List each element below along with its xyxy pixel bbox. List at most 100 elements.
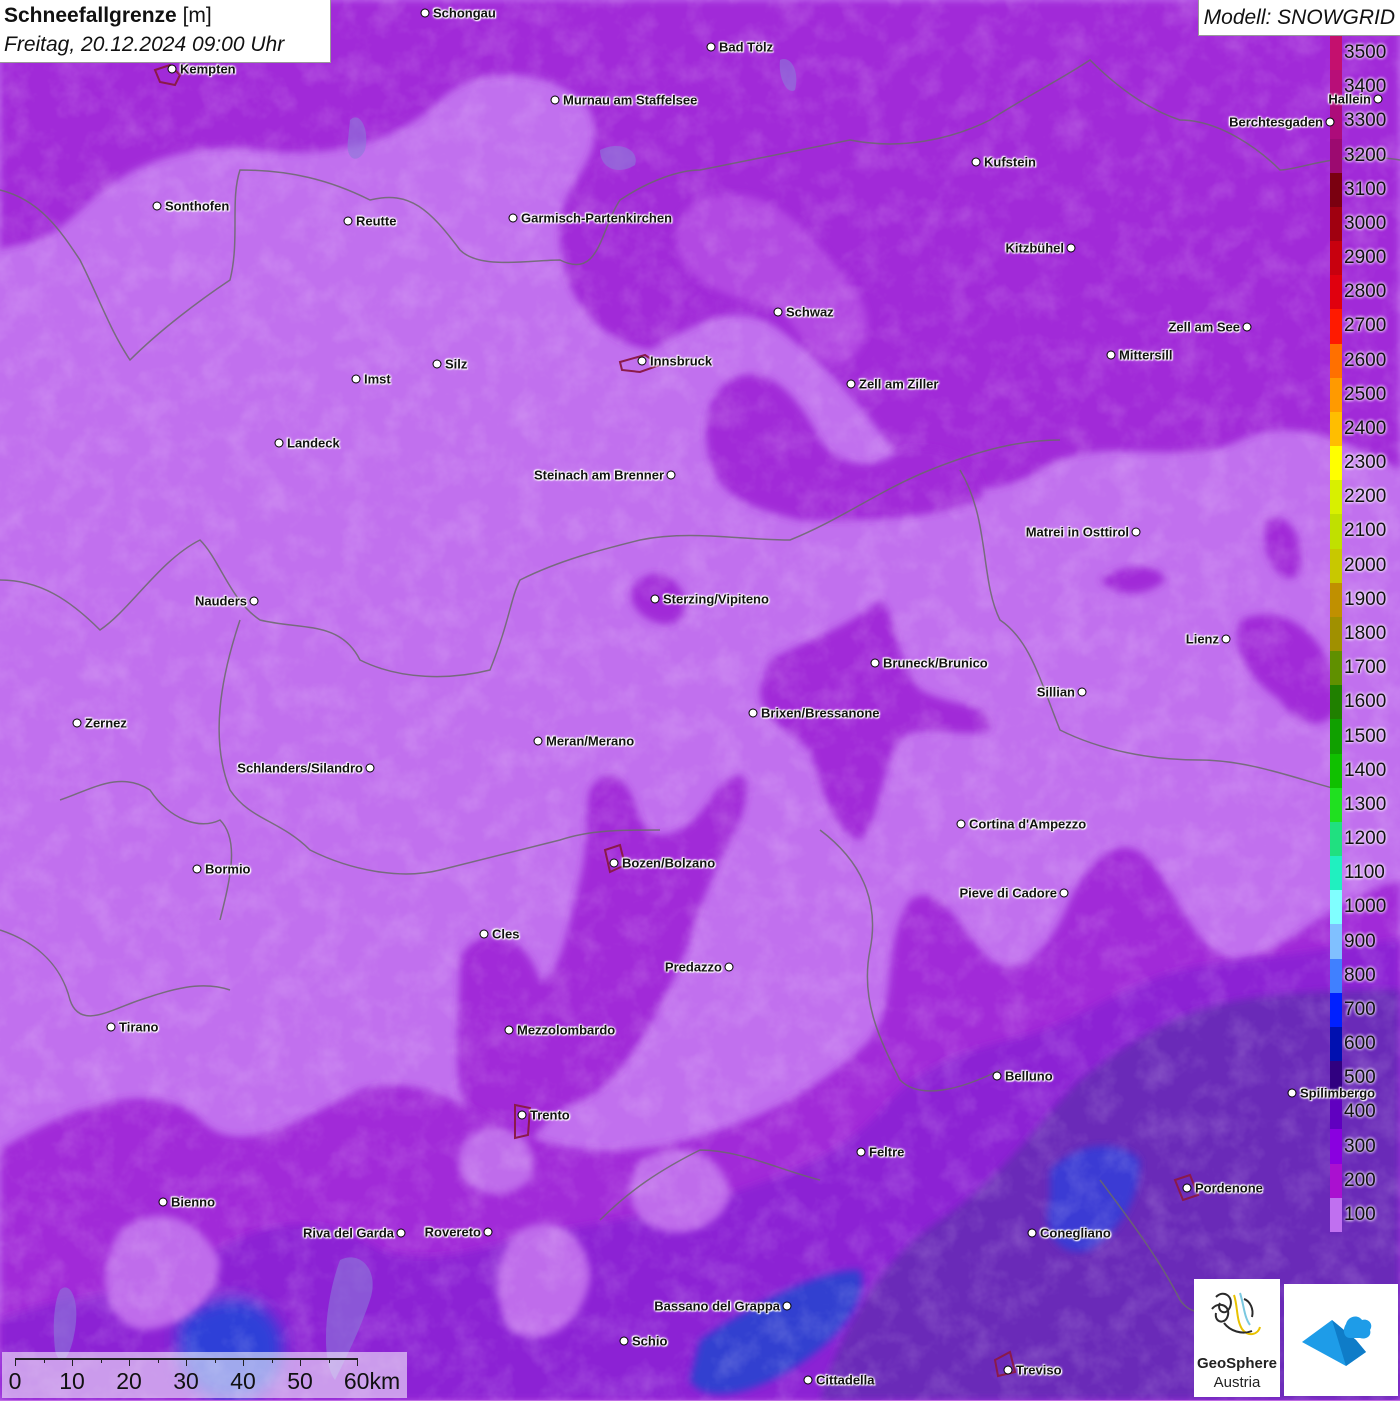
legend-swatch: [1330, 787, 1342, 823]
city-marker[interactable]: [748, 708, 758, 718]
app-logo[interactable]: [1284, 1284, 1398, 1396]
city-marker[interactable]: [106, 1022, 116, 1032]
city-marker[interactable]: [971, 157, 981, 167]
legend-label: 2500: [1344, 383, 1387, 405]
city-marker[interactable]: [192, 864, 202, 874]
legend-label: 400: [1344, 1101, 1376, 1123]
city-marker[interactable]: [1059, 888, 1069, 898]
city-label: Spilimbergo: [1300, 1085, 1376, 1101]
city-label: Zernez: [85, 715, 127, 731]
legend-swatch: [1330, 1197, 1342, 1233]
city-marker[interactable]: [508, 213, 518, 223]
legend-swatch: [1330, 856, 1342, 891]
city-marker[interactable]: [724, 962, 734, 972]
legend-swatch: [1330, 1163, 1342, 1199]
city-marker[interactable]: [1325, 117, 1335, 127]
city-marker[interactable]: [870, 658, 880, 668]
legend-swatch: [1330, 309, 1342, 345]
city-marker[interactable]: [1373, 94, 1383, 104]
city-label: Kitzbühel: [1005, 240, 1065, 256]
scale-tick: [186, 1358, 187, 1366]
city-marker[interactable]: [650, 594, 660, 604]
city-marker[interactable]: [504, 1025, 514, 1035]
city-marker[interactable]: [432, 359, 442, 369]
city-label: Cortina d'Ampezzo: [969, 816, 1087, 832]
city-marker[interactable]: [1287, 1088, 1297, 1098]
city-marker[interactable]: [152, 201, 162, 211]
city-marker[interactable]: [1106, 350, 1116, 360]
city-label: Treviso: [1016, 1362, 1062, 1378]
city-label: Feltre: [869, 1144, 905, 1160]
legend-swatch: [1330, 821, 1342, 857]
legend-label: 800: [1344, 964, 1376, 986]
legend-label: 1900: [1344, 588, 1387, 610]
city-marker[interactable]: [483, 1227, 493, 1237]
scale-tick: [100, 1358, 102, 1363]
city-marker[interactable]: [72, 718, 82, 728]
city-marker[interactable]: [666, 470, 676, 480]
city-marker[interactable]: [856, 1147, 866, 1157]
legend-label: 2100: [1344, 520, 1387, 542]
city-marker[interactable]: [846, 379, 856, 389]
city-marker[interactable]: [274, 438, 284, 448]
city-label: Meran/Merano: [546, 733, 635, 749]
city-marker[interactable]: [420, 8, 430, 18]
city-marker[interactable]: [365, 763, 375, 773]
city-marker[interactable]: [637, 356, 647, 366]
city-marker[interactable]: [343, 216, 353, 226]
city-marker[interactable]: [533, 736, 543, 746]
city-marker[interactable]: [619, 1336, 629, 1346]
city-marker[interactable]: [992, 1071, 1002, 1081]
legend-swatch: [1330, 138, 1342, 174]
city-marker[interactable]: [351, 374, 361, 384]
legend-swatch: [1330, 651, 1342, 686]
scale-label: 40: [230, 1368, 256, 1394]
city-marker[interactable]: [609, 858, 619, 868]
city-label: Mezzolombardo: [517, 1022, 616, 1038]
city-marker[interactable]: [773, 307, 783, 317]
legend-label: 3200: [1344, 144, 1387, 166]
geosphere-logo[interactable]: GeoSphere Austria: [1194, 1279, 1280, 1397]
scale-tick: [15, 1358, 16, 1366]
legend-label: 1100: [1344, 862, 1385, 884]
city-marker[interactable]: [1066, 243, 1076, 253]
city-label: Schongau: [433, 5, 496, 21]
title-datetime: Freitag, 20.12.2024 09:00 Uhr: [4, 33, 285, 56]
city-marker[interactable]: [479, 929, 489, 939]
city-label: Bienno: [171, 1194, 216, 1210]
city-marker[interactable]: [1027, 1228, 1037, 1238]
city-marker[interactable]: [517, 1110, 527, 1120]
city-label: Pordenone: [1195, 1180, 1263, 1196]
city-marker[interactable]: [550, 95, 560, 105]
city-marker[interactable]: [396, 1228, 406, 1238]
city-marker[interactable]: [1242, 322, 1252, 332]
legend-label: 3100: [1344, 178, 1387, 200]
city-marker[interactable]: [1131, 527, 1141, 537]
city-marker[interactable]: [1077, 687, 1087, 697]
city-marker[interactable]: [1003, 1365, 1013, 1375]
scale-tick: [328, 1358, 330, 1363]
city-label: Rovereto: [424, 1224, 481, 1240]
scale-tick: [300, 1358, 301, 1366]
city-marker[interactable]: [803, 1375, 813, 1385]
legend-label: 3300: [1344, 110, 1387, 132]
city-marker[interactable]: [706, 42, 716, 52]
city-marker[interactable]: [782, 1301, 792, 1311]
city-marker[interactable]: [1182, 1183, 1192, 1193]
city-label: Conegliano: [1040, 1225, 1111, 1241]
city-marker[interactable]: [249, 596, 259, 606]
city-label: Sonthofen: [165, 198, 230, 214]
legend-swatch: [1330, 275, 1342, 310]
city-marker[interactable]: [956, 819, 966, 829]
legend-swatch: [1330, 1129, 1342, 1165]
city-marker[interactable]: [158, 1197, 168, 1207]
city-label: Schwaz: [786, 304, 834, 320]
legend-swatch: [1330, 582, 1342, 618]
city-marker[interactable]: [1221, 634, 1231, 644]
city-label: Belluno: [1005, 1068, 1053, 1084]
legend-label: 1800: [1344, 623, 1387, 644]
legend-label: 600: [1344, 1033, 1376, 1055]
city-label: Steinach am Brenner: [533, 467, 664, 483]
city-marker[interactable]: [167, 64, 177, 74]
city-label: Matrei in Osttirol: [1025, 524, 1129, 540]
